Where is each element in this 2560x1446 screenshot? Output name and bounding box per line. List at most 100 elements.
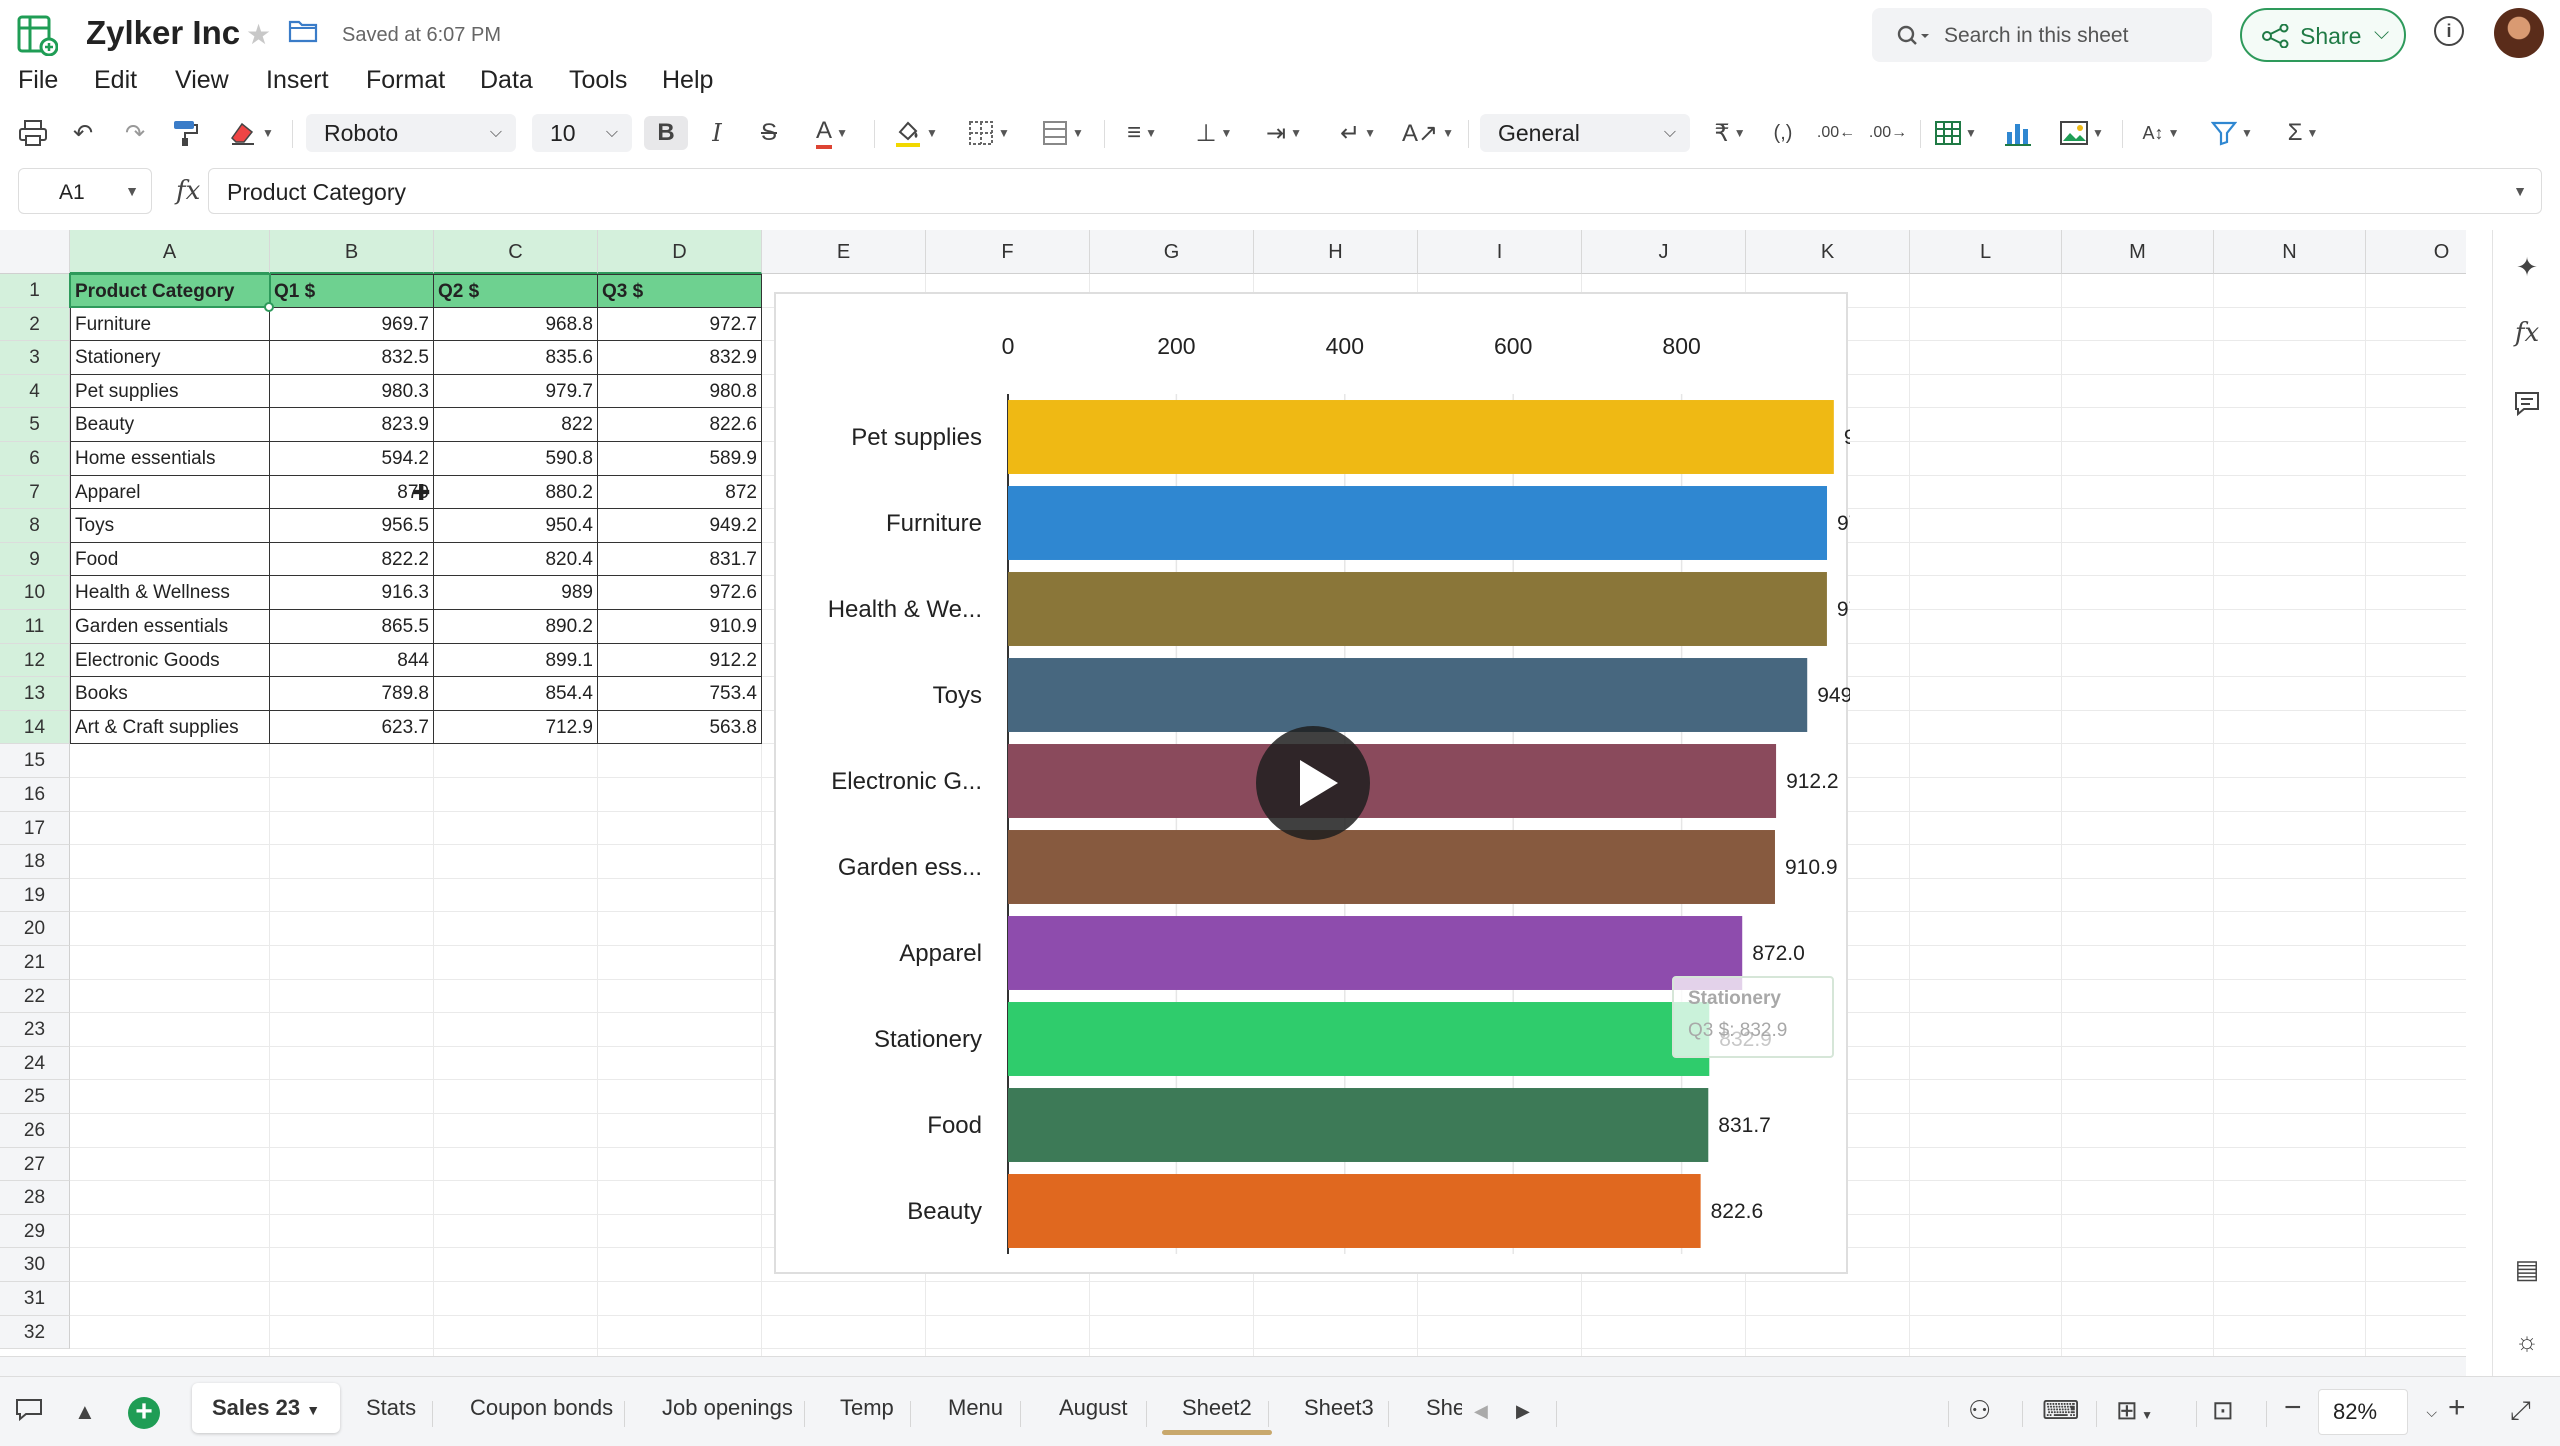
collaboration-icon[interactable]: ⚇ (1968, 1395, 1991, 1426)
fill-color-button[interactable]: ▼ (884, 116, 948, 150)
table-cell[interactable]: 912.2 (598, 643, 762, 678)
tab-stats[interactable]: Stats (366, 1395, 416, 1421)
redo-icon[interactable]: ↷ (118, 116, 152, 150)
comments-icon[interactable] (2511, 390, 2543, 422)
menu-view[interactable]: View (175, 66, 229, 95)
column-header[interactable]: G (1090, 230, 1254, 274)
fullscreen-icon[interactable]: ⤢ (2510, 1395, 2531, 1427)
table-cell[interactable]: 832.9 (598, 341, 762, 375)
header-cell[interactable]: Q3 $ (598, 274, 762, 308)
table-cell[interactable]: 712.9 (434, 710, 598, 745)
row-header[interactable]: 27 (0, 1147, 70, 1182)
sheet-list-up-icon[interactable]: ▲ (74, 1399, 96, 1425)
row-header[interactable]: 3 (0, 341, 70, 375)
table-cell[interactable]: 832.5 (270, 341, 434, 375)
row-header[interactable]: 24 (0, 1046, 70, 1081)
table-cell[interactable]: 969.7 (270, 307, 434, 342)
tab-menu[interactable]: Menu (948, 1395, 1003, 1421)
table-cell[interactable]: 563.8 (598, 710, 762, 745)
row-header[interactable]: 30 (0, 1248, 70, 1282)
column-header[interactable]: J (1582, 230, 1746, 274)
tab-coupon-bonds[interactable]: Coupon bonds (470, 1395, 613, 1421)
tab-sales-23[interactable]: Sales 23 ▼ (192, 1383, 341, 1433)
table-cell[interactable]: 854.4 (434, 677, 598, 711)
row-header[interactable]: 4 (0, 374, 70, 409)
table-cell[interactable]: Books (70, 677, 270, 711)
table-cell[interactable]: 590.8 (434, 442, 598, 476)
name-box[interactable]: A1 ▼ (18, 168, 152, 214)
increase-decimal-icon[interactable]: .00→ (1868, 116, 1908, 150)
font-size-select[interactable]: 10 ⌵ (532, 114, 632, 152)
data-panel-icon[interactable]: ▤ (2511, 1254, 2543, 1286)
row-header[interactable]: 14 (0, 710, 70, 745)
column-header[interactable]: L (1910, 230, 2062, 274)
filter-icon[interactable]: ▼ (2204, 116, 2260, 150)
row-header[interactable]: 19 (0, 878, 70, 913)
table-cell[interactable]: 872 (598, 475, 762, 510)
row-header[interactable]: 9 (0, 542, 70, 577)
bar-chart[interactable]: 0 200 400 600 800 Pet supplies 980.8 Furniture 9… (774, 292, 1850, 1274)
table-cell[interactable]: 979.7 (434, 374, 598, 409)
row-header[interactable]: 23 (0, 1013, 70, 1047)
table-cell[interactable]: Pet supplies (70, 374, 270, 409)
table-cell[interactable]: 968.8 (434, 307, 598, 342)
column-header[interactable]: C (434, 230, 598, 274)
table-cell[interactable]: Beauty (70, 408, 270, 442)
table-cell[interactable]: 823.9 (270, 408, 434, 442)
header-cell[interactable]: Q2 $ (434, 274, 598, 308)
table-cell[interactable]: 910.9 (598, 610, 762, 644)
menu-help[interactable]: Help (662, 66, 713, 95)
column-header[interactable]: H (1254, 230, 1418, 274)
menu-tools[interactable]: Tools (569, 66, 627, 95)
document-title[interactable]: Zylker Inc (86, 14, 240, 52)
freeze-panes-icon[interactable]: ⊞ ▼ (2116, 1395, 2153, 1426)
bold-button[interactable]: B (644, 116, 688, 150)
fill-handle[interactable] (264, 302, 274, 312)
text-wrap-icon[interactable]: ↵ ▼ (1330, 116, 1386, 150)
user-avatar[interactable] (2494, 8, 2544, 58)
table-cell[interactable]: 890.2 (434, 610, 598, 644)
row-header[interactable]: 22 (0, 979, 70, 1014)
accounting-format-icon[interactable]: (,) (1766, 116, 1800, 150)
row-header[interactable]: 18 (0, 845, 70, 879)
table-cell[interactable]: 950.4 (434, 509, 598, 543)
share-button[interactable]: Share ⌵ (2240, 8, 2406, 62)
column-header[interactable]: M (2062, 230, 2214, 274)
row-header[interactable]: 20 (0, 912, 70, 946)
menu-file[interactable]: File (18, 66, 58, 95)
table-cell[interactable]: Art & Craft supplies (70, 710, 270, 745)
row-header[interactable]: 6 (0, 442, 70, 476)
favorite-star-icon[interactable]: ★ (246, 18, 271, 51)
table-cell[interactable]: Electronic Goods (70, 643, 270, 678)
column-header[interactable]: A (70, 230, 270, 274)
table-cell[interactable]: 972.7 (598, 307, 762, 342)
clear-format-icon[interactable]: ▼ (224, 116, 278, 150)
add-sheet-button[interactable]: + (128, 1397, 160, 1429)
functions-icon[interactable]: fx (2511, 318, 2543, 350)
paint-format-icon[interactable] (168, 116, 202, 150)
row-header[interactable]: 17 (0, 811, 70, 846)
table-cell[interactable]: Toys (70, 509, 270, 543)
column-header[interactable]: D (598, 230, 762, 274)
table-cell[interactable]: 753.4 (598, 677, 762, 711)
folder-icon[interactable] (288, 18, 318, 44)
menu-edit[interactable]: Edit (94, 66, 137, 95)
column-header[interactable]: N (2214, 230, 2366, 274)
insert-image-icon[interactable]: ▼ (2054, 116, 2110, 150)
row-header[interactable]: 21 (0, 946, 70, 980)
table-cell[interactable]: Health & Wellness (70, 576, 270, 610)
sort-icon[interactable]: A↕ ▼ (2134, 116, 2188, 150)
row-header[interactable]: 29 (0, 1214, 70, 1249)
horizontal-align-icon[interactable]: ≡ ▼ (1114, 116, 1170, 150)
table-cell[interactable]: 980.3 (270, 374, 434, 409)
row-header[interactable]: 10 (0, 576, 70, 610)
chat-icon[interactable] (14, 1395, 44, 1430)
insert-table-icon[interactable]: ▼ (1928, 116, 1984, 150)
zoom-out-button[interactable]: − (2284, 1391, 2302, 1425)
table-cell[interactable]: 916.3 (270, 576, 434, 610)
table-cell[interactable]: Apparel (70, 475, 270, 510)
table-cell[interactable]: 594.2 (270, 442, 434, 476)
zia-icon[interactable]: ✦ (2511, 252, 2543, 284)
indent-icon[interactable]: ⇥ ▼ (1256, 116, 1312, 150)
tab-scroll-left-icon[interactable]: ◀ (1474, 1401, 1488, 1422)
